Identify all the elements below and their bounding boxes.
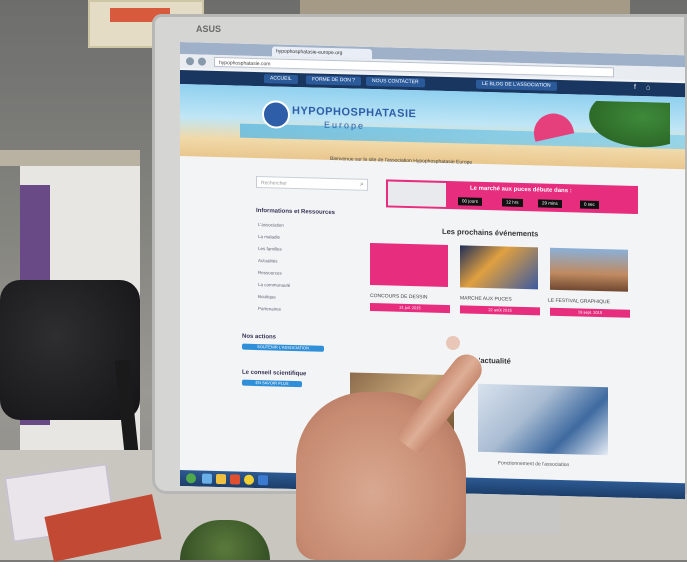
sidebar-item[interactable]: Boutique bbox=[258, 294, 276, 299]
event-date: 31 juil. 2015 bbox=[370, 302, 450, 314]
logo-icon[interactable] bbox=[262, 100, 290, 129]
forward-icon[interactable] bbox=[198, 57, 206, 66]
media-icon[interactable] bbox=[230, 474, 240, 485]
countdown-days: 00 jours bbox=[458, 197, 483, 206]
event-date: 22 août 2015 bbox=[460, 305, 540, 316]
start-icon[interactable] bbox=[186, 473, 196, 484]
event-image-market[interactable] bbox=[460, 245, 538, 290]
sidebar-section-science: Le conseil scientifique bbox=[242, 369, 307, 378]
events-heading: Les prochains événements bbox=[442, 226, 539, 239]
sidebar-item[interactable]: La communauté bbox=[258, 282, 290, 288]
nav-don[interactable]: FORME DE DON ? bbox=[306, 75, 362, 86]
sidebar-item[interactable]: Partenaires bbox=[258, 306, 281, 312]
sidebar-section-actions: Nos actions bbox=[242, 333, 277, 341]
support-button[interactable]: SOUTENIR L'ASSOCIATION bbox=[242, 343, 324, 352]
sidebar-heading: Informations et Ressources bbox=[256, 207, 336, 217]
folder-icon[interactable] bbox=[216, 473, 226, 485]
fingernail bbox=[446, 336, 460, 350]
sidebar-item[interactable]: L'association bbox=[258, 222, 284, 228]
app-icon[interactable] bbox=[258, 475, 268, 486]
monitor-brand: ASUS bbox=[196, 24, 222, 34]
explorer-icon[interactable] bbox=[202, 473, 212, 484]
home-icon[interactable]: ⌂ bbox=[646, 84, 650, 91]
logo-subtitle: Europe bbox=[324, 119, 366, 131]
sidebar-item[interactable]: Actualités bbox=[258, 258, 278, 264]
search-input[interactable]: Rechercher bbox=[256, 175, 368, 191]
event-title[interactable]: CONCOURS DE DESSIN bbox=[370, 293, 428, 301]
event-image-festival[interactable] bbox=[550, 247, 628, 292]
banner-image bbox=[388, 181, 446, 207]
sidebar-item[interactable]: Ressources bbox=[258, 270, 282, 276]
countdown-hours: 12 hrs bbox=[502, 198, 523, 207]
event-date: 19 sept. 2015 bbox=[550, 307, 630, 318]
monitor-stand bbox=[450, 494, 560, 534]
nav-contact[interactable]: NOUS CONTACTER bbox=[366, 76, 425, 88]
countdown-minutes: 29 mins bbox=[538, 199, 562, 208]
event-image-drawing[interactable] bbox=[370, 242, 448, 288]
back-icon[interactable] bbox=[186, 57, 194, 66]
news-caption[interactable]: Fonctionnement de l'association bbox=[498, 460, 569, 468]
science-button[interactable]: EN SAVOIR PLUS bbox=[242, 379, 302, 388]
nav-accueil[interactable]: ACCUEIL bbox=[264, 74, 298, 85]
shelf bbox=[0, 150, 140, 166]
search-icon[interactable]: ⌕ bbox=[360, 181, 364, 189]
news-image-meeting[interactable] bbox=[478, 383, 608, 456]
facebook-icon[interactable]: f bbox=[634, 84, 636, 91]
sidebar-item[interactable]: Les familles bbox=[258, 246, 282, 252]
chrome-icon[interactable] bbox=[244, 474, 254, 485]
event-title[interactable]: LE FESTIVAL GRAPHIQUE bbox=[548, 298, 610, 306]
event-title[interactable]: MARCHE AUX PUCES bbox=[460, 295, 512, 302]
countdown-seconds: 0 sec bbox=[580, 200, 599, 209]
sidebar-item[interactable]: La maladie bbox=[258, 234, 280, 240]
palm-tree bbox=[580, 100, 670, 153]
